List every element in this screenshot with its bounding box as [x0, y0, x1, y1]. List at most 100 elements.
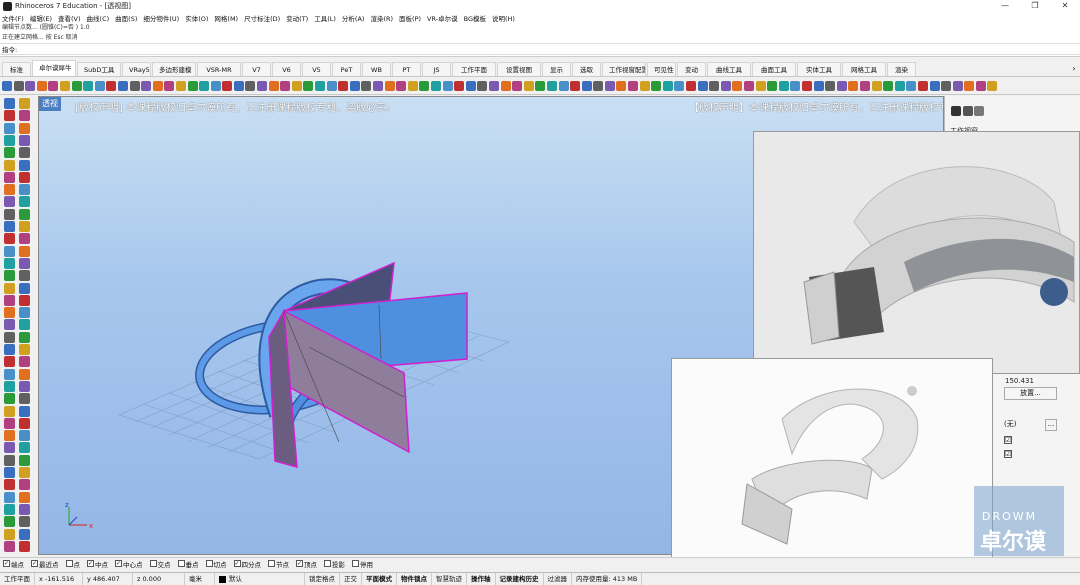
left-tool-icon[interactable]	[4, 233, 15, 245]
left-tool-icon[interactable]	[19, 221, 30, 232]
toolbar-tool-icon[interactable]	[778, 81, 789, 91]
left-tool-icon[interactable]	[19, 233, 30, 245]
toolbar-tool-icon[interactable]	[593, 81, 604, 91]
osnap-checkbox[interactable]	[177, 560, 185, 567]
left-tool-icon[interactable]	[19, 344, 30, 355]
toolbar-tool-icon[interactable]	[813, 81, 824, 91]
osnap-option[interactable]: ✓ 中点	[87, 559, 108, 569]
left-tool-icon[interactable]	[4, 540, 15, 552]
left-tool-icon[interactable]	[4, 467, 15, 478]
menu-view[interactable]: 查看(V)	[58, 13, 81, 23]
menu-panels[interactable]: 面板(P)	[399, 13, 421, 23]
left-tool-icon[interactable]	[19, 147, 30, 159]
left-tool-icon[interactable]	[4, 356, 15, 368]
left-tool-icon[interactable]	[4, 122, 15, 134]
menu-solid[interactable]: 实体(O)	[185, 13, 208, 23]
left-tool-icon[interactable]	[19, 159, 30, 171]
osnap-checkbox[interactable]	[65, 560, 73, 567]
toolbar-tool-icon[interactable]	[546, 81, 557, 91]
left-tool-icon[interactable]	[4, 430, 15, 442]
left-tool-icon[interactable]	[4, 171, 15, 183]
osnap-checkbox[interactable]: ✓	[31, 560, 38, 567]
left-tool-icon[interactable]	[19, 528, 30, 540]
toolbar-tool-icon[interactable]	[558, 81, 569, 91]
toolbar-tool-icon[interactable]	[303, 81, 314, 91]
toolbar-tool-icon[interactable]	[245, 81, 256, 91]
tab-scroll-right-icon[interactable]: ›	[1068, 62, 1080, 76]
toolbar-tool-icon[interactable]	[987, 81, 998, 91]
toolbar-tool-icon[interactable]	[720, 81, 731, 91]
left-tool-icon[interactable]	[19, 368, 30, 380]
toolbar-tool-icon[interactable]	[755, 81, 766, 91]
menu-bg[interactable]: BG模板	[464, 13, 486, 23]
toolbar-tool-icon[interactable]	[94, 81, 105, 91]
left-tool-icon[interactable]	[4, 368, 15, 380]
toolbar-tool-icon[interactable]	[129, 81, 140, 91]
osnap-option[interactable]: 垂点	[177, 559, 199, 569]
tab-select[interactable]: 选取	[572, 62, 601, 76]
toolbar-tool-icon[interactable]	[512, 81, 523, 91]
toolbar-tool-icon[interactable]	[117, 81, 128, 91]
toolbar-tool-icon[interactable]	[222, 81, 233, 91]
status-toggle-filter[interactable]: 过滤器	[544, 572, 572, 585]
toolbar-tool-icon[interactable]	[373, 81, 383, 91]
toolbar-tool-icon[interactable]	[361, 81, 372, 91]
left-tool-icon[interactable]	[4, 454, 15, 466]
toolbar-tool-icon[interactable]	[338, 81, 349, 91]
tab-transform[interactable]: 变动	[677, 62, 706, 76]
tab-setview[interactable]: 设置视图	[497, 62, 541, 76]
toolbar-tool-icon[interactable]	[581, 81, 592, 91]
toolbar-tool-icon[interactable]	[106, 81, 117, 91]
left-tool-icon[interactable]	[4, 147, 15, 159]
osnap-checkbox[interactable]: ✓	[115, 560, 122, 567]
menu-edit[interactable]: 编辑(E)	[30, 13, 52, 23]
toolbar-tool-icon[interactable]	[941, 81, 952, 91]
toolbar-tool-icon[interactable]	[268, 81, 279, 91]
osnap-option[interactable]: ✓ 中心点	[115, 559, 143, 569]
toolbar-tool-icon[interactable]	[500, 81, 511, 91]
left-tool-icon[interactable]	[4, 442, 15, 454]
toolbar-tool-icon[interactable]	[732, 81, 743, 91]
left-tool-icon[interactable]	[19, 257, 30, 269]
left-tool-icon[interactable]	[4, 208, 15, 220]
toolbar-tool-icon[interactable]	[210, 81, 221, 91]
toolbar-tool-icon[interactable]	[384, 81, 395, 91]
osnap-checkbox[interactable]	[268, 560, 275, 567]
toolbar-tool-icon[interactable]	[477, 81, 488, 91]
left-tool-icon[interactable]	[19, 319, 30, 331]
tab-mesh-tools[interactable]: 网格工具	[842, 62, 886, 76]
toolbar-tool-icon[interactable]	[291, 81, 302, 91]
toolbar-tool-icon[interactable]	[790, 81, 801, 91]
toolbar-tool-icon[interactable]	[616, 81, 627, 91]
toolbar-tool-icon[interactable]	[767, 81, 778, 91]
brush-icon[interactable]	[962, 106, 973, 116]
tab-vray[interactable]: VRay5	[122, 62, 151, 76]
toolbar-tool-icon[interactable]	[535, 81, 546, 91]
toolbar-tool-icon[interactable]	[697, 81, 708, 91]
toolbar-tool-icon[interactable]	[349, 81, 360, 91]
toolbar-tool-icon[interactable]	[257, 81, 268, 91]
tab-pet[interactable]: PeT	[332, 62, 361, 76]
left-tool-icon[interactable]	[19, 479, 30, 491]
toolbar-tool-icon[interactable]	[36, 81, 47, 91]
toolbar-tool-icon[interactable]	[199, 81, 210, 91]
toolbar-tool-icon[interactable]	[906, 81, 917, 91]
toolbar-tool-icon[interactable]	[929, 81, 940, 91]
osnap-checkbox[interactable]	[149, 560, 157, 567]
left-tool-icon[interactable]	[4, 159, 15, 171]
cplane-status[interactable]: 工作平面	[0, 572, 35, 585]
toolbar-tool-icon[interactable]	[604, 81, 615, 91]
left-tool-icon[interactable]	[19, 467, 30, 478]
left-tool-icon[interactable]	[19, 442, 30, 454]
osnap-checkbox[interactable]: ✓	[87, 560, 94, 567]
tab-v7[interactable]: V7	[242, 62, 271, 76]
left-tool-icon[interactable]	[19, 134, 30, 146]
tab-pt[interactable]: PT	[392, 62, 421, 76]
toolbar-tool-icon[interactable]	[187, 81, 198, 91]
toolbar-tool-icon[interactable]	[709, 81, 720, 91]
osnap-option[interactable]: ✓ 最近点	[31, 559, 59, 569]
left-tool-icon[interactable]	[4, 270, 15, 282]
left-tool-icon[interactable]	[19, 98, 30, 109]
left-tool-icon[interactable]	[19, 405, 30, 417]
osnap-option[interactable]: 投影	[324, 559, 345, 569]
